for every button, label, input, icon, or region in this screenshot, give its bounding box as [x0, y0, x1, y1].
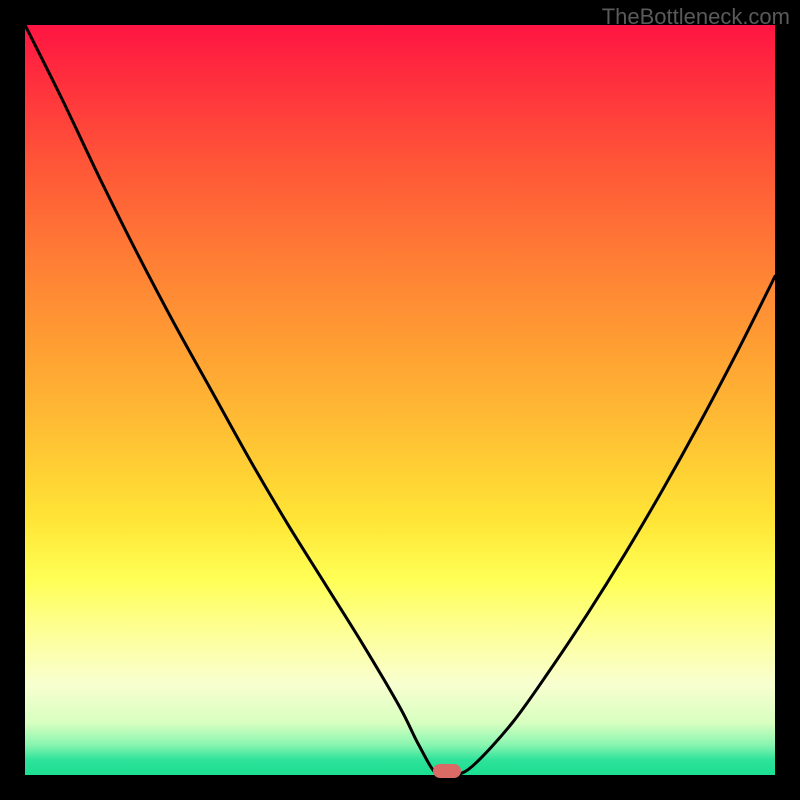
plot-area	[25, 25, 775, 775]
bottleneck-curve	[25, 25, 775, 775]
curve-svg	[25, 25, 775, 775]
optimum-marker	[433, 764, 461, 778]
watermark-text: TheBottleneck.com	[602, 4, 790, 30]
